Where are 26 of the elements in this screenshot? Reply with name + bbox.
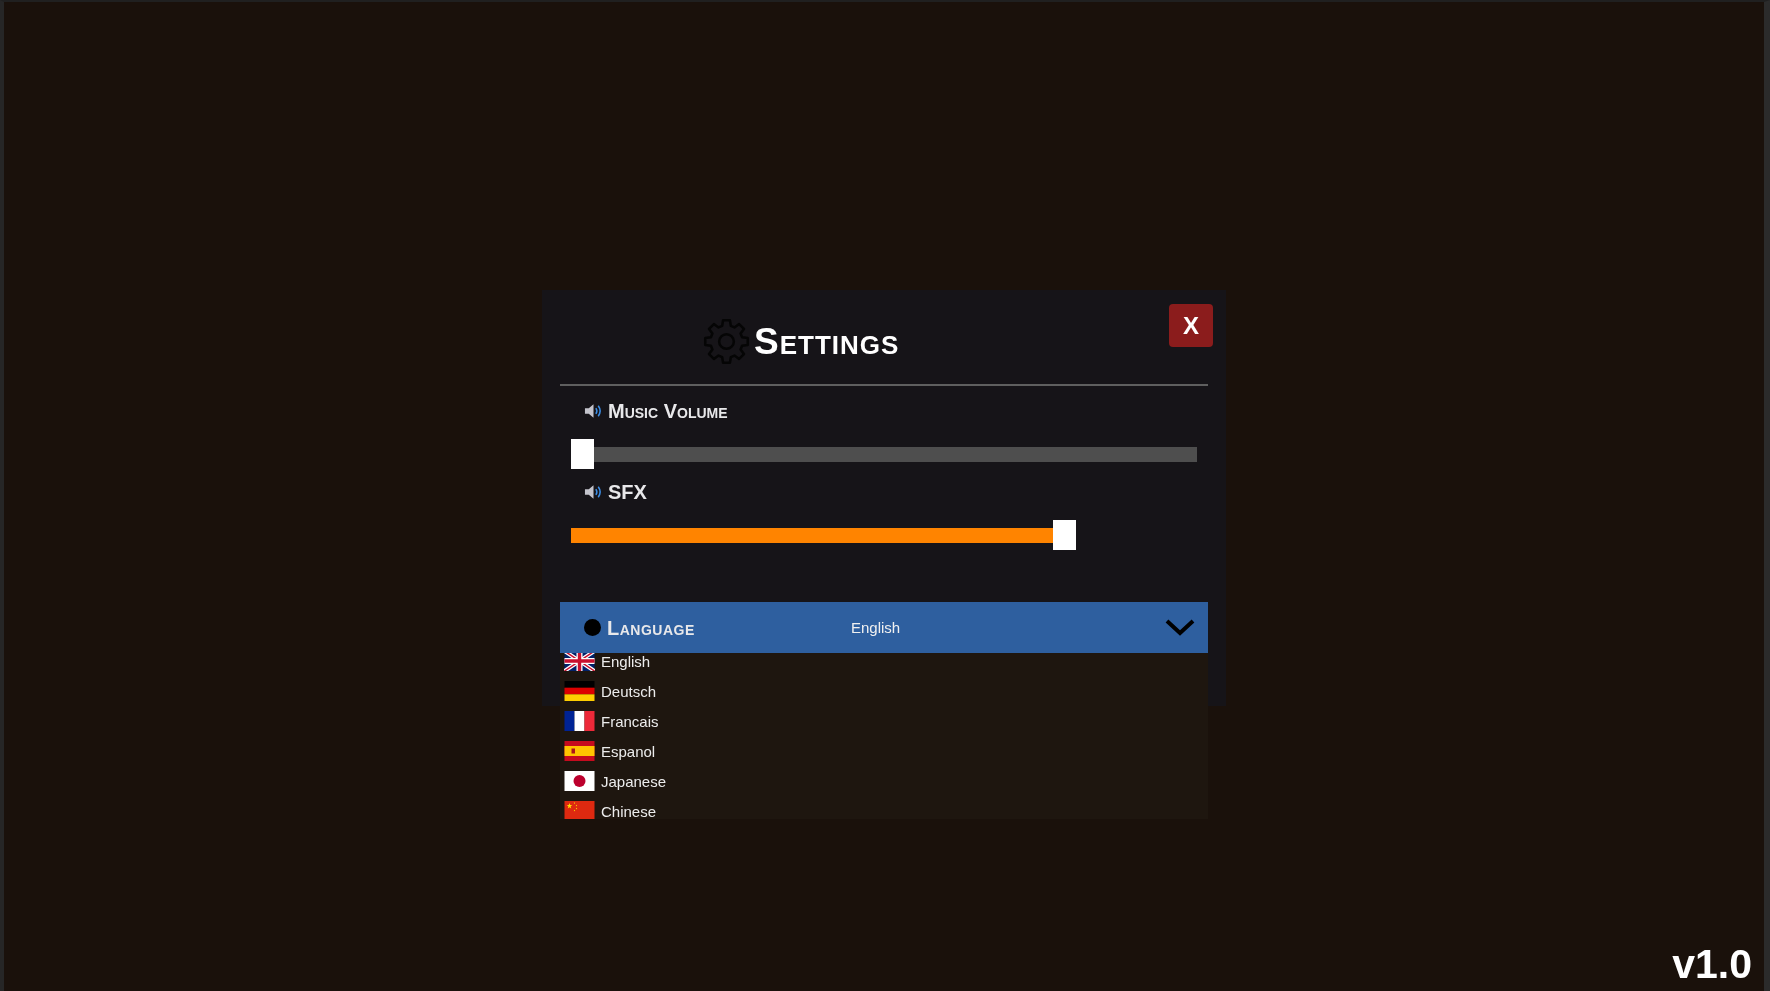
select-label: Language bbox=[607, 617, 695, 638]
language-select[interactable]: Language English bbox=[560, 602, 1208, 653]
speaker-icon bbox=[584, 484, 603, 500]
slider-handle[interactable] bbox=[1053, 520, 1077, 550]
language-option[interactable]: Japanese bbox=[560, 766, 673, 796]
slider-label: Music Volume bbox=[608, 401, 728, 421]
select-value: English bbox=[851, 620, 901, 635]
chevron-down-icon bbox=[1165, 619, 1195, 636]
language-option[interactable]: Chinese bbox=[560, 796, 663, 819]
language-option[interactable]: English bbox=[560, 653, 657, 676]
version-label: v1.0 bbox=[1672, 944, 1752, 985]
language-option[interactable]: Espanol bbox=[560, 736, 662, 766]
language-option[interactable]: Deutsch bbox=[560, 676, 663, 706]
slider-track[interactable] bbox=[594, 446, 1197, 462]
slider-label: SFX bbox=[608, 482, 647, 502]
uk-flag-icon bbox=[564, 653, 595, 671]
close-button[interactable]: X bbox=[1169, 304, 1213, 347]
language-option[interactable]: Francais bbox=[560, 706, 665, 736]
spain-flag-icon bbox=[564, 741, 595, 761]
japan-flag-icon bbox=[564, 771, 595, 791]
speaker-icon bbox=[584, 403, 603, 419]
france-flag-icon bbox=[564, 711, 595, 731]
germany-flag-icon bbox=[564, 681, 595, 701]
china-flag-icon bbox=[564, 801, 595, 819]
dialog-title: Settings bbox=[754, 322, 900, 360]
slider-handle[interactable] bbox=[571, 439, 594, 469]
